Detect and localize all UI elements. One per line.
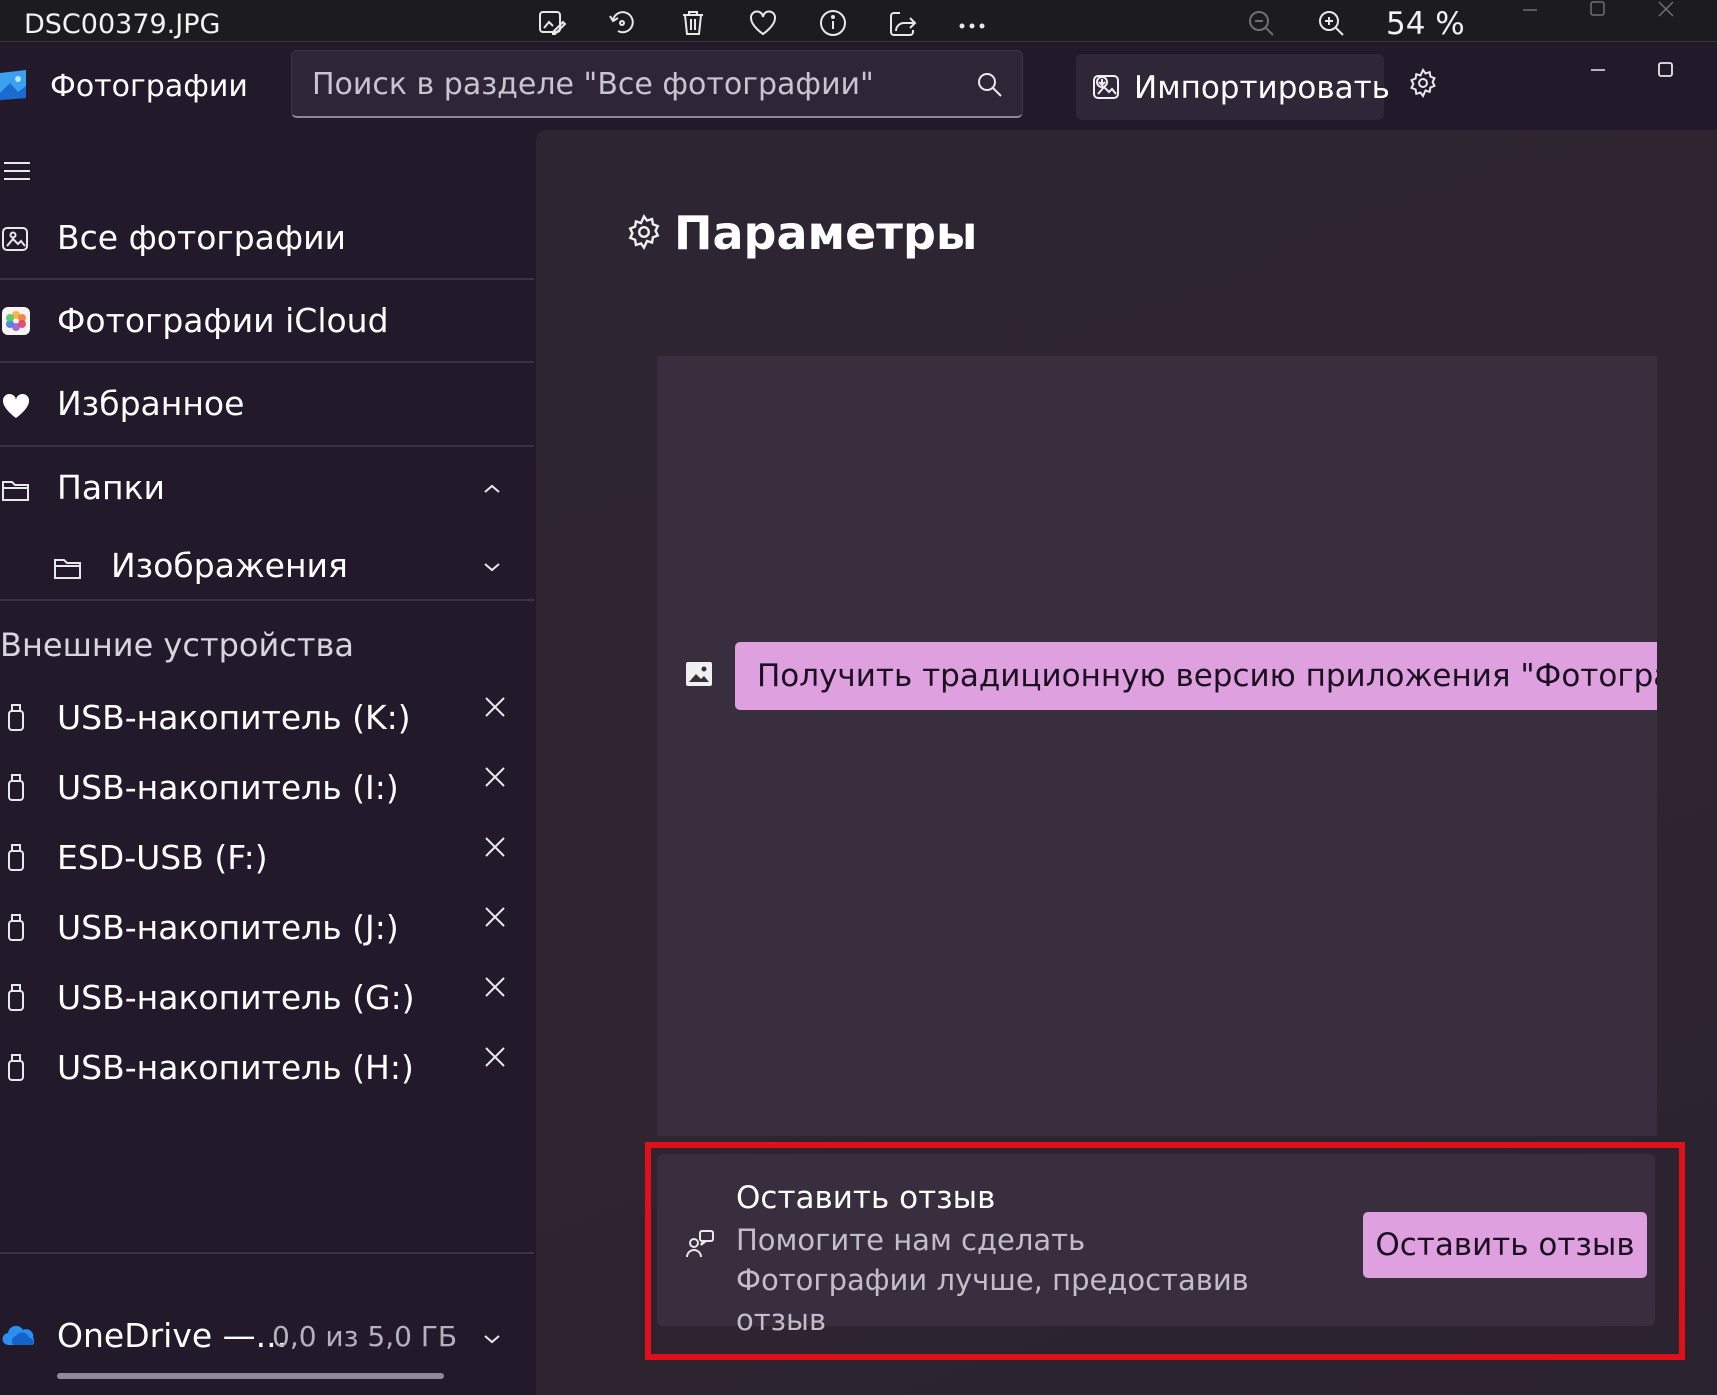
leave-feedback-button[interactable]: Оставить отзыв xyxy=(1363,1212,1647,1278)
chevron-up-icon[interactable] xyxy=(482,482,502,496)
search-box[interactable] xyxy=(291,50,1023,118)
viewer-maximize-icon[interactable] xyxy=(1588,0,1608,20)
divider xyxy=(0,361,534,363)
app-title: Фотографии xyxy=(50,69,248,104)
device-item-esd-usb-f[interactable]: ESD-USB (F:) xyxy=(0,836,534,900)
share-icon[interactable] xyxy=(888,8,918,38)
feedback-description: Помогите нам сделать Фотографии лучше, п… xyxy=(736,1223,1249,1337)
onedrive-item[interactable]: OneDrive —... 0,0 из 5,0 ГБ xyxy=(0,1310,534,1370)
device-label: ESD-USB (F:) xyxy=(57,838,268,877)
import-button[interactable]: Импортировать xyxy=(1076,54,1390,120)
sidebar-item-label: Фотографии iCloud xyxy=(57,301,389,340)
get-legacy-photos-button[interactable]: Получить традиционную версию приложения … xyxy=(735,642,1657,710)
device-label: USB-накопитель (H:) xyxy=(57,1048,414,1087)
favorite-icon[interactable] xyxy=(748,8,778,38)
device-item-usb-h[interactable]: USB-накопитель (H:) xyxy=(0,1046,534,1110)
close-icon[interactable] xyxy=(484,766,506,788)
usb-drive-icon xyxy=(6,842,26,872)
hamburger-menu-icon[interactable] xyxy=(4,160,30,182)
settings-page: Параметры Получить традиционную версию п… xyxy=(536,130,1717,1395)
usb-drive-icon xyxy=(6,982,26,1012)
page-title: Параметры xyxy=(674,206,978,260)
app-header: Фотографии Импортировать xyxy=(0,42,1717,130)
photos-icon xyxy=(2,224,30,252)
import-button-label: Импортировать xyxy=(1134,70,1390,106)
sidebar-item-all-photos[interactable]: Все фотографии xyxy=(0,202,534,282)
folder-icon xyxy=(54,554,82,582)
sidebar-item-label: Папки xyxy=(57,468,165,507)
image-icon xyxy=(685,661,713,687)
sidebar-item-label: Все фотографии xyxy=(57,218,347,257)
info-icon[interactable] xyxy=(818,8,848,38)
usb-drive-icon xyxy=(6,702,26,732)
divider xyxy=(0,599,534,601)
sidebar-item-label: Избранное xyxy=(57,384,245,423)
folder-icon xyxy=(2,476,30,504)
close-icon[interactable] xyxy=(484,836,506,858)
heart-icon xyxy=(2,392,30,420)
settings-gear-icon[interactable] xyxy=(1408,68,1438,98)
app-maximize-icon[interactable] xyxy=(1656,60,1676,80)
rotate-icon[interactable] xyxy=(607,8,637,38)
usb-drive-icon xyxy=(6,772,26,802)
search-icon[interactable] xyxy=(976,71,1004,99)
search-input[interactable] xyxy=(312,65,932,103)
device-item-usb-j[interactable]: USB-накопитель (J:) xyxy=(0,906,534,970)
zoom-in-icon[interactable] xyxy=(1316,8,1346,38)
onedrive-cloud-icon xyxy=(2,1324,34,1346)
photos-app-logo-icon xyxy=(0,69,28,101)
viewer-close-icon[interactable] xyxy=(1656,0,1676,20)
zoom-level[interactable]: 54 % xyxy=(1386,6,1465,42)
divider xyxy=(0,278,534,280)
image-viewer-bar: DSC00379.JPG 54 % xyxy=(0,0,1717,42)
divider xyxy=(0,445,534,447)
feedback-card: Оставить отзыв Помогите нам сделать Фото… xyxy=(657,1154,1655,1337)
sidebar-item-label: Изображения xyxy=(111,546,348,585)
onedrive-storage-bar xyxy=(57,1373,444,1379)
device-label: USB-накопитель (J:) xyxy=(57,908,399,947)
usb-drive-icon xyxy=(6,912,26,942)
file-name: DSC00379.JPG xyxy=(24,9,221,40)
settings-gear-icon xyxy=(626,214,662,250)
onedrive-usage: 0,0 из 5,0 ГБ xyxy=(272,1320,458,1353)
device-item-usb-i[interactable]: USB-накопитель (I:) xyxy=(0,766,534,830)
viewer-minimize-icon[interactable] xyxy=(1520,0,1540,20)
chevron-down-icon[interactable] xyxy=(482,1332,502,1346)
more-icon[interactable] xyxy=(957,8,987,38)
sidebar-item-images-folder[interactable]: Изображения xyxy=(0,534,534,604)
close-icon[interactable] xyxy=(484,696,506,718)
device-label: USB-накопитель (G:) xyxy=(57,978,415,1017)
divider xyxy=(0,1252,534,1254)
external-devices-heading: Внешние устройства xyxy=(0,626,354,664)
feedback-title: Оставить отзыв xyxy=(736,1180,996,1216)
sidebar: Все фотографии Фотографии iCloud Избранн… xyxy=(0,130,534,1395)
device-item-usb-g[interactable]: USB-накопитель (G:) xyxy=(0,976,534,1040)
legacy-app-card: Получить традиционную версию приложения … xyxy=(657,356,1657,1136)
chevron-down-icon[interactable] xyxy=(482,560,502,574)
import-icon xyxy=(1092,72,1122,102)
sidebar-item-favorites[interactable]: Избранное xyxy=(0,368,534,448)
close-icon[interactable] xyxy=(484,1046,506,1068)
close-icon[interactable] xyxy=(484,976,506,998)
usb-drive-icon xyxy=(6,1052,26,1082)
device-item-usb-k[interactable]: USB-накопитель (K:) xyxy=(0,696,534,760)
delete-icon[interactable] xyxy=(678,8,708,38)
edit-image-icon[interactable] xyxy=(537,8,567,38)
app-minimize-icon[interactable] xyxy=(1588,60,1608,80)
icloud-photos-icon xyxy=(2,307,30,335)
feedback-icon xyxy=(685,1229,715,1259)
device-label: USB-накопитель (I:) xyxy=(57,768,399,807)
device-label: USB-накопитель (K:) xyxy=(57,698,411,737)
sidebar-item-folders[interactable]: Папки xyxy=(0,452,534,532)
onedrive-name: OneDrive —... xyxy=(57,1316,288,1355)
zoom-out-icon[interactable] xyxy=(1246,8,1276,38)
close-icon[interactable] xyxy=(484,906,506,928)
sidebar-item-icloud-photos[interactable]: Фотографии iCloud xyxy=(0,285,534,365)
